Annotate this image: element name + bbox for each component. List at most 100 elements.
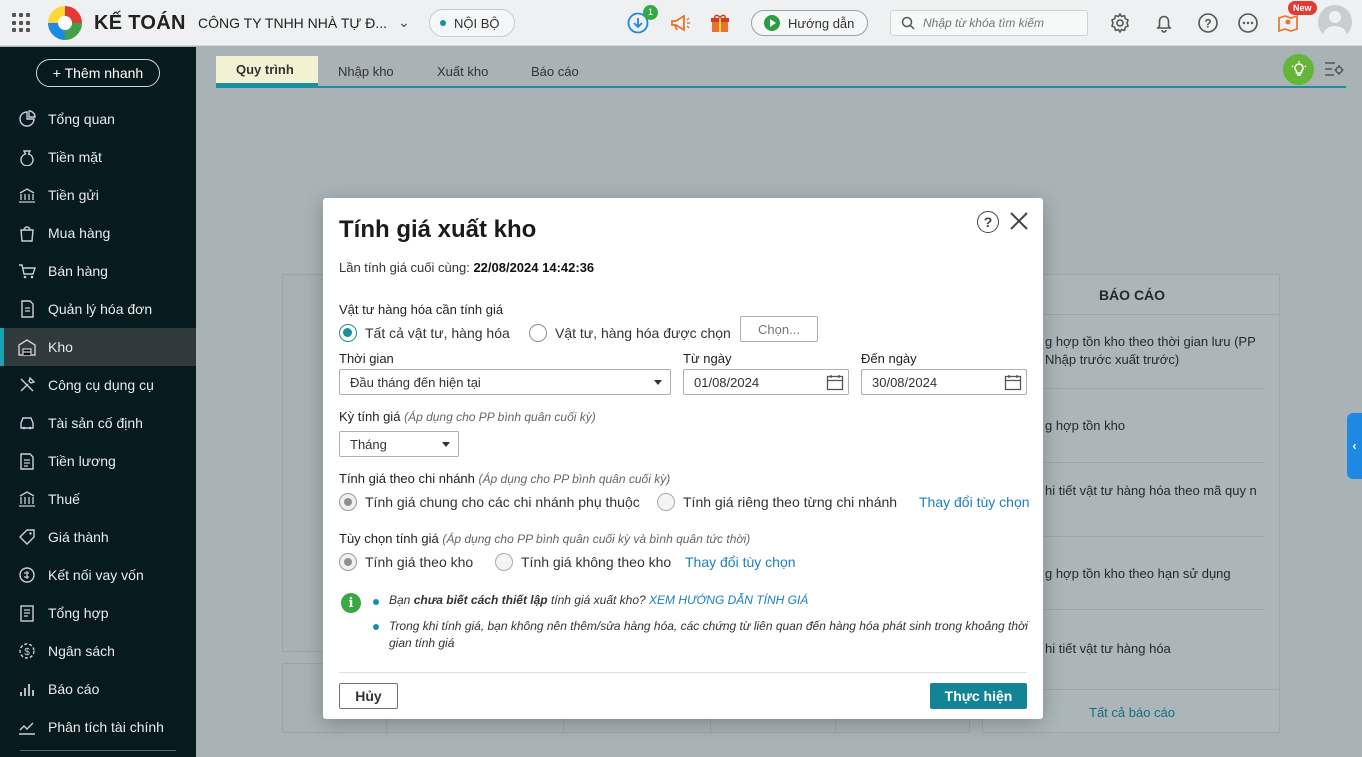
tab-quy-trinh[interactable]: Quy trình <box>216 56 318 86</box>
sidebar-item-9[interactable]: Tài sản cố định <box>0 404 196 442</box>
branch-label: Tính giá theo chi nhánh (Áp dụng cho PP … <box>339 471 671 486</box>
from-date-field[interactable]: 01/08/2024 <box>683 369 849 395</box>
sidebar-divider <box>20 750 176 751</box>
help-icon[interactable]: ? <box>977 211 999 233</box>
main-tabs: Quy trình Nhập kho Xuất kho Báo cáo <box>216 56 1346 88</box>
sidebar-item-label: Tiền mặt <box>48 149 102 165</box>
chevron-down-icon[interactable]: ⌄ <box>398 14 410 31</box>
note-guide: Bạn chưa biết cách thiết lập tính giá xu… <box>389 593 809 607</box>
sidebar-item-1[interactable]: Tổng quan <box>0 100 196 138</box>
payroll-icon <box>20 453 34 470</box>
tab-bao-cao[interactable]: Báo cáo <box>511 56 599 86</box>
pie-chart-icon <box>19 110 36 127</box>
car-icon <box>20 417 34 430</box>
period-label: Kỳ tính giá (Áp dụng cho PP bình quân cu… <box>339 409 596 424</box>
loan-icon <box>19 567 35 583</box>
download-badge: 1 <box>643 5 658 20</box>
radio-all-items[interactable]: Tất cả vật tư, hàng hóa <box>339 324 510 342</box>
sidebar-item-5[interactable]: Bán hàng <box>0 252 196 290</box>
choose-items-button[interactable]: Chọn... <box>740 316 818 342</box>
radio-by-warehouse[interactable]: Tính giá theo kho <box>339 553 473 571</box>
tab-nhap-kho[interactable]: Nhập kho <box>318 56 414 86</box>
lightbulb-icon[interactable] <box>1283 54 1314 85</box>
bell-icon[interactable] <box>1152 11 1176 35</box>
sidebar-item-label: Kho <box>48 339 73 355</box>
sidebar-item-label: Ngân sách <box>48 643 115 659</box>
help-icon[interactable]: ? <box>1196 11 1220 35</box>
gear-icon[interactable] <box>1108 11 1132 35</box>
to-date-label: Đến ngày <box>861 351 917 366</box>
options-label: Tùy chọn tính giá (Áp dụng cho PP bình q… <box>339 531 751 546</box>
options-change-link[interactable]: Thay đổi tùy chọn <box>685 554 796 570</box>
gift-icon[interactable] <box>708 11 732 35</box>
company-name[interactable]: CÔNG TY TNHH NHÀ TỰ Đ... <box>198 15 387 31</box>
budget-icon: $ <box>19 643 35 659</box>
radio-branch-common[interactable]: Tính giá chung cho các chi nhánh phụ thu… <box>339 493 640 511</box>
to-date-field[interactable]: 30/08/2024 <box>861 369 1027 395</box>
avatar[interactable] <box>1318 5 1352 39</box>
close-icon[interactable] <box>1008 210 1030 232</box>
note-warning: Trong khi tính giá, bạn không nên thêm/s… <box>389 619 1028 650</box>
analysis-icon <box>19 722 35 735</box>
time-select[interactable]: Đầu tháng đến hiện tại <box>339 369 671 395</box>
calendar-icon[interactable] <box>826 374 844 391</box>
sidebar: + Thêm nhanh Tổng quan Tiền mặt Tiền gửi Mu… <box>0 47 196 757</box>
sidebar-item-16[interactable]: Báo cáo <box>0 670 196 708</box>
sidebar-item-4[interactable]: Mua hàng <box>0 214 196 252</box>
sidebar-item-13[interactable]: Kết nối vay vốn <box>0 556 196 594</box>
sidebar-item-label: Tiền gửi <box>48 187 99 203</box>
last-calc-info: Lần tính giá cuối cùng: 22/08/2024 14:42… <box>339 260 595 275</box>
invoice-icon <box>21 300 34 318</box>
cancel-button[interactable]: Hủy <box>339 683 398 709</box>
calendar-icon[interactable] <box>1004 374 1022 391</box>
app-grid-icon[interactable] <box>12 13 32 33</box>
sidebar-item-7[interactable]: Kho <box>0 328 196 366</box>
radio-not-by-warehouse[interactable]: Tính giá không theo kho <box>495 553 671 571</box>
app-name: KẾ TOÁN <box>94 12 186 34</box>
sidebar-item-label: Tổng hợp <box>48 605 109 621</box>
scope-badge[interactable]: NỘI BỘ <box>429 9 515 37</box>
tab-xuat-kho[interactable]: Xuất kho <box>417 56 508 86</box>
new-badge: New <box>1288 1 1317 15</box>
run-button[interactable]: Thực hiện <box>930 683 1027 709</box>
scope-label: NỘI BỘ <box>454 15 500 31</box>
sidebar-item-label: Tổng quan <box>48 111 115 127</box>
sidebar-item-6[interactable]: Quản lý hóa đơn <box>0 290 196 328</box>
bank-icon <box>19 188 35 203</box>
money-bag-icon <box>20 150 34 166</box>
radio-branch-separate[interactable]: Tính giá riêng theo từng chi nhánh <box>657 493 897 511</box>
sidebar-item-2[interactable]: Tiền mặt <box>0 138 196 176</box>
branch-change-link[interactable]: Thay đổi tùy chọn <box>919 494 1030 510</box>
radio-selected-items[interactable]: Vật tư, hàng hóa được chọn <box>529 324 731 342</box>
dialog-divider <box>339 672 1027 673</box>
more-icon[interactable] <box>1236 11 1260 35</box>
guide-label: Hướng dẫn <box>788 15 855 31</box>
sidebar-item-label: Bán hàng <box>48 263 108 279</box>
sidebar-item-label: Phân tích tài chính <box>48 719 164 735</box>
warehouse-icon <box>18 339 36 356</box>
search-input[interactable] <box>923 16 1083 30</box>
caret-down-icon <box>442 442 450 447</box>
period-select[interactable]: Tháng <box>339 431 459 457</box>
settings-sliders-icon[interactable] <box>1323 59 1345 79</box>
sidebar-item-14[interactable]: Tổng hợp <box>0 594 196 632</box>
bar-chart-icon <box>20 684 34 696</box>
sidebar-item-3[interactable]: Tiền gửi <box>0 176 196 214</box>
price-tag-icon <box>19 529 35 545</box>
chevron-left-icon[interactable]: ‹ <box>1347 413 1362 479</box>
sidebar-item-12[interactable]: Giá thành <box>0 518 196 556</box>
sidebar-item-17[interactable]: Phân tích tài chính <box>0 708 196 746</box>
search-box[interactable] <box>890 10 1088 36</box>
sidebar-item-10[interactable]: Tiền lương <box>0 442 196 480</box>
dot-icon <box>440 20 446 26</box>
guide-link[interactable]: XEM HƯỚNG DẪN TÍNH GIÁ <box>649 593 808 607</box>
logo-icon <box>48 6 82 40</box>
quick-add-button[interactable]: + Thêm nhanh <box>36 59 160 87</box>
guide-button[interactable]: Hướng dẫn <box>751 10 868 36</box>
megaphone-icon[interactable] <box>668 11 692 35</box>
sidebar-item-8[interactable]: Công cụ dụng cụ <box>0 366 196 404</box>
sidebar-item-11[interactable]: Thuế <box>0 480 196 518</box>
bullet-icon <box>373 599 379 605</box>
sidebar-item-15[interactable]: $ Ngân sách <box>0 632 196 670</box>
sidebar-item-label: Công cụ dụng cụ <box>48 377 154 393</box>
